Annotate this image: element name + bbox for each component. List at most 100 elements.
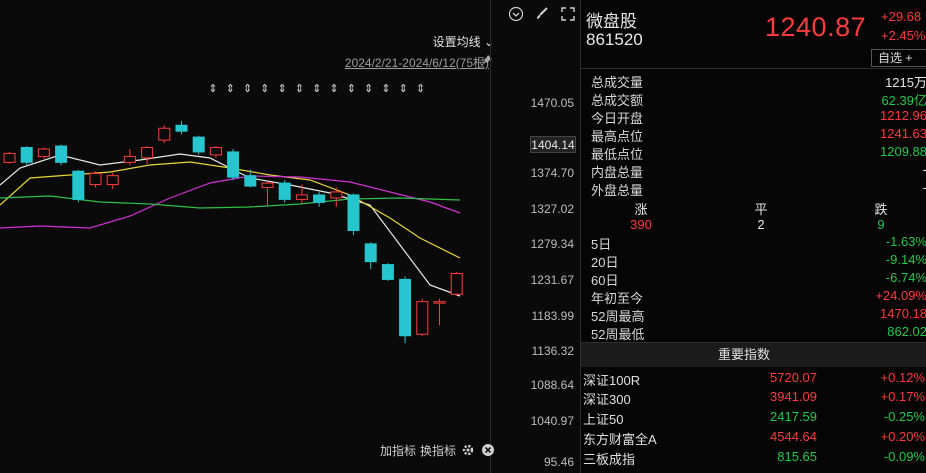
y-tick: 1231.67 <box>530 273 574 287</box>
index-value: 5720.07 <box>770 370 817 385</box>
kline-chart-panel[interactable]: ⇕ ⇕ ⇕ ⇕ ⇕ ⇕ ⇕ ⇕ ⇕ ⇕ ⇕ ⇕ ⇕ 设置均线 ⌄ 2024/2/21-2024/6/12… <box>0 0 580 473</box>
close-circle-icon[interactable] <box>480 443 496 459</box>
candle-body <box>381 264 394 280</box>
ma-setting-dropdown[interactable]: 设置均线 ⌄ <box>433 33 494 50</box>
stat-label: 外盘总量 <box>591 183 644 198</box>
y-tick: 1040.97 <box>530 414 574 428</box>
signal-arrow-icon: ⇕ <box>399 82 408 95</box>
index-value: 4544.64 <box>770 429 817 444</box>
index-change: -0.09% <box>883 449 925 464</box>
candle-body <box>20 147 33 163</box>
index-row[interactable]: 上证50 2417.59 -0.25% <box>583 409 926 428</box>
signal-arrow-icon: ⇕ <box>416 82 425 95</box>
y-tick: 1183.99 <box>531 309 575 323</box>
change-absolute: +29.68 <box>881 9 922 24</box>
index-name: 深证300 <box>583 392 631 407</box>
y-tick: 1136.32 <box>531 344 575 358</box>
index-row[interactable]: 深证300 3941.09 +0.17% <box>583 389 926 408</box>
ma-line <box>0 195 461 209</box>
period-label: 年初至今 <box>591 291 644 306</box>
candle-body <box>433 301 446 304</box>
index-value: 3941.09 <box>770 389 817 404</box>
period-value: -6.74% <box>885 270 926 285</box>
y-tick: 1470.05 <box>530 96 574 110</box>
stat-value: 1212.96 <box>880 108 926 123</box>
index-row[interactable]: 东方财富全A 4544.64 +0.20% <box>583 429 926 448</box>
stat-row: 总成交量 1215万 <box>591 72 926 90</box>
index-row[interactable]: 三板成指 815.65 -0.09% <box>583 449 926 468</box>
candle-body <box>330 191 343 199</box>
period-row: 5日 -1.63% <box>591 234 926 252</box>
index-name: 深证100R <box>583 373 641 388</box>
signal-arrow-icon: ⇕ <box>243 82 252 95</box>
stat-value: - <box>923 180 926 195</box>
signal-arrow-icon: ⇕ <box>347 82 356 95</box>
stat-row: 内盘总量 - <box>591 162 926 180</box>
down-count: 9 <box>877 217 885 232</box>
stat-label: 今日开盘 <box>591 111 644 126</box>
candle-body <box>227 151 240 178</box>
signal-arrow-icon: ⇕ <box>208 82 217 95</box>
ma-line <box>0 175 461 229</box>
period-row: 20日 -9.14% <box>591 252 926 270</box>
period-row: 52周最高 1470.18 <box>591 306 926 324</box>
candle-body <box>450 272 463 295</box>
up-count: 390 <box>630 217 652 232</box>
candle-body <box>175 124 188 132</box>
candle-body <box>244 175 257 187</box>
period-label: 52周最低 <box>591 327 645 342</box>
signal-arrow-icon: ⇕ <box>278 82 287 95</box>
stat-row: 总成交额 62.39亿 <box>591 90 926 108</box>
candle-body <box>37 148 50 157</box>
candle-body <box>278 182 291 200</box>
stat-row: 今日开盘 1212.96 <box>591 108 926 126</box>
period-label: 5日 <box>591 237 612 252</box>
stat-label: 总成交额 <box>591 93 644 108</box>
date-range-label[interactable]: 2024/2/21-2024/6/12(75根) <box>345 54 489 71</box>
y-tick: 1327.02 <box>530 202 574 216</box>
stat-value: 1241.63 <box>880 126 926 141</box>
period-value: -9.14% <box>885 252 926 267</box>
candle-body <box>192 136 205 153</box>
y-tick: 95.46 <box>543 455 574 469</box>
period-value: 862.02 <box>887 324 926 339</box>
index-name: 东方财富全A <box>583 432 657 447</box>
candle-body <box>261 182 274 189</box>
period-value: 1470.18 <box>880 306 926 321</box>
index-row[interactable]: 深证100R 5720.07 +0.12% <box>583 370 926 389</box>
y-tick: 1088.64 <box>530 378 574 392</box>
up-label: 涨 <box>634 202 648 217</box>
signal-arrow-icon: ⇕ <box>295 82 304 95</box>
stat-row: 外盘总量 - <box>591 180 926 198</box>
signal-arrow-icon: ⇕ <box>329 82 338 95</box>
stat-row: 最高点位 1241.63 <box>591 126 926 144</box>
quote-panel: 微盘股 861520 1240.87 +29.68 +2.45% 自选 + 总成… <box>580 0 926 473</box>
stat-value: 1209.88 <box>880 144 926 159</box>
signal-arrow-icon: ⇕ <box>381 82 390 95</box>
candle-body <box>55 145 68 163</box>
signal-arrow-icon: ⇕ <box>260 82 269 95</box>
index-change: +0.17% <box>880 389 925 404</box>
gear-icon[interactable] <box>460 443 476 459</box>
period-label: 20日 <box>591 255 619 270</box>
stat-value: - <box>923 162 926 177</box>
change-percent: +2.45% <box>881 28 926 43</box>
period-value: -1.63% <box>885 234 926 249</box>
index-change: +0.12% <box>880 370 925 385</box>
period-row: 60日 -6.74% <box>591 270 926 288</box>
candle-body <box>295 194 308 200</box>
period-row: 年初至今 +24.09% <box>591 288 926 306</box>
candle-body <box>3 152 16 163</box>
indicator-toolbar: 加指标 换指标 <box>380 442 496 459</box>
add-watchlist-button[interactable]: 自选 + <box>871 49 926 67</box>
candle-body <box>106 175 119 186</box>
price-axis: 1470.05 1404.14 1374.70 1327.02 1279.34 … <box>490 0 580 473</box>
last-price: 1240.87 <box>765 12 867 42</box>
down-label: 跌 <box>874 202 888 217</box>
add-indicator-button[interactable]: 加指标 <box>380 442 416 459</box>
candle-body <box>72 170 85 200</box>
switch-indicator-button[interactable]: 换指标 <box>420 442 456 459</box>
candle-body <box>313 194 326 203</box>
index-value: 2417.59 <box>770 409 817 424</box>
stat-row: 最低点位 1209.88 <box>591 144 926 162</box>
